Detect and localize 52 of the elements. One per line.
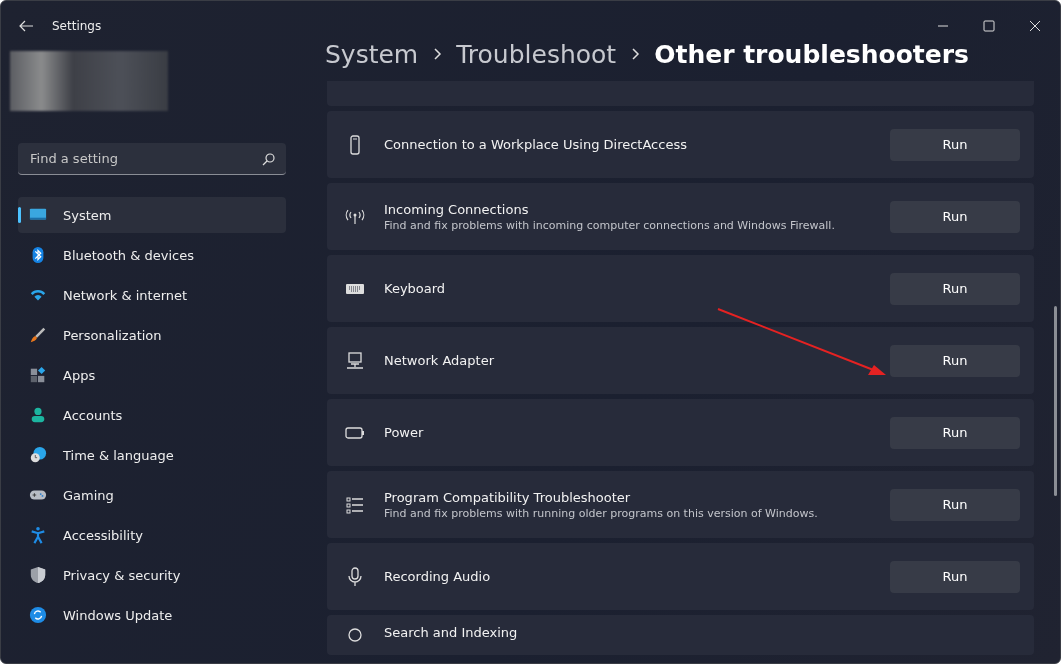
update-icon xyxy=(29,606,47,624)
run-button[interactable]: Run xyxy=(890,560,1020,593)
troubleshooter-title: Connection to a Workplace Using DirectAccess xyxy=(384,137,688,152)
troubleshooter-title: Program Compatibility Troubleshooter xyxy=(384,489,632,505)
maximize-icon[interactable] xyxy=(982,19,996,33)
breadcrumb-item[interactable]: System xyxy=(325,39,419,69)
computer-network-icon xyxy=(345,350,365,371)
breadcrumb-item: Other troubleshooters xyxy=(654,39,969,69)
run-button[interactable]: Run xyxy=(890,344,1020,377)
run-button[interactable]: Run xyxy=(890,128,1020,161)
back-arrow-icon[interactable] xyxy=(18,18,34,34)
window-title: Settings xyxy=(52,19,102,33)
troubleshooter-title: Search and Indexing xyxy=(384,625,519,640)
run-button[interactable]: Run xyxy=(890,200,1020,233)
sidebar-item[interactable]: Privacy & security xyxy=(18,557,286,593)
chevron-icon xyxy=(630,47,641,61)
troubleshooter-title: Power xyxy=(384,425,425,440)
sidebar-item[interactable]: Bluetooth & devices xyxy=(18,237,286,273)
microphone-icon xyxy=(345,566,365,587)
troubleshooter-description: Find and fix problems with incoming computer connections and Windows Firewall. xyxy=(384,218,836,232)
close-icon[interactable] xyxy=(1028,19,1042,33)
troubleshooter-description: Find and fix problems with running older programs on this version of Windows. xyxy=(384,506,819,520)
sidebar-item[interactable]: Network & internet xyxy=(18,277,286,313)
accessibility-icon xyxy=(29,526,47,544)
sidebar-item[interactable]: Windows Update xyxy=(18,597,286,633)
troubleshooter-title: Incoming Connections xyxy=(384,201,530,217)
troubleshooter-title: Recording Audio xyxy=(384,569,492,584)
search-field[interactable]: Find a setting xyxy=(18,143,286,175)
troubleshooter-title: Keyboard xyxy=(384,281,447,296)
run-button[interactable]: Run xyxy=(890,488,1020,521)
run-button[interactable]: Run xyxy=(890,416,1020,449)
circle-icon xyxy=(345,625,365,645)
search-input[interactable]: Find a setting xyxy=(28,150,262,167)
sidebar-item[interactable]: Accessibility xyxy=(18,517,286,553)
sidebar-item[interactable]: Personalization xyxy=(18,317,286,353)
search-icon[interactable] xyxy=(262,151,276,166)
apps-icon xyxy=(29,366,47,384)
sidebar-item[interactable]: Gaming xyxy=(18,477,286,513)
person-icon xyxy=(29,406,47,424)
sidebar-item[interactable]: Apps xyxy=(18,357,286,393)
list-icon xyxy=(345,494,365,515)
sidebar-item[interactable]: Accounts xyxy=(18,397,286,433)
sidebar-item[interactable]: System xyxy=(18,197,286,233)
sidebar-item[interactable]: Time & language xyxy=(18,437,286,473)
run-button[interactable]: Run xyxy=(890,272,1020,305)
breadcrumb-item[interactable]: Troubleshoot xyxy=(456,39,617,69)
paintbrush-icon xyxy=(29,326,47,344)
scrollbar-thumb[interactable] xyxy=(1054,306,1057,496)
troubleshooter-title: Network Adapter xyxy=(384,353,495,368)
chevron-icon xyxy=(432,47,443,61)
globe-clock-icon xyxy=(29,446,47,464)
shield-icon xyxy=(29,566,47,584)
